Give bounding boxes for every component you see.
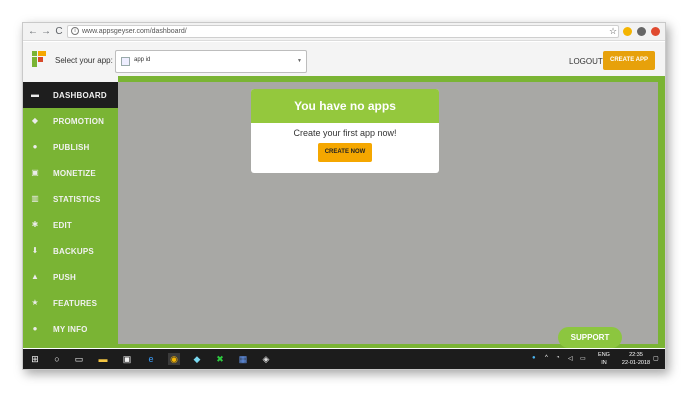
support-button[interactable]: SUPPORT — [558, 327, 622, 348]
user-icon: ● — [32, 324, 38, 333]
sidebar-item-publish[interactable]: ● PUBLISH — [23, 134, 118, 160]
notification-icon[interactable]: ▢ — [653, 355, 659, 362]
info-icon[interactable]: i — [71, 27, 79, 35]
sidebar-item-edit[interactable]: ✱ EDIT — [23, 212, 118, 238]
sidebar-item-label: STATISTICS — [53, 195, 101, 204]
language-code: ENG — [598, 352, 610, 358]
tray-app-icon[interactable]: ● — [532, 355, 536, 361]
sidebar-item-label: PUBLISH — [53, 143, 90, 152]
promotion-icon: ◆ — [31, 116, 39, 125]
file-explorer-icon[interactable]: ▬ — [97, 353, 109, 365]
extension-icon[interactable] — [637, 27, 646, 36]
card-subtitle: Create your first app now! — [293, 128, 397, 138]
sidebar-item-label: FEATURES — [53, 299, 98, 308]
sidebar-item-monetize[interactable]: ▣ MONETIZE — [23, 160, 118, 186]
bookmark-star-icon[interactable]: ☆ — [609, 26, 617, 37]
edge-icon[interactable]: e — [145, 353, 157, 365]
globe-icon: ● — [32, 142, 38, 151]
sidebar-item-features[interactable]: ★ FEATURES — [23, 290, 118, 316]
sidebar-item-my-info[interactable]: ● MY INFO — [23, 316, 118, 342]
address-bar[interactable]: i www.appsgeyser.com/dashboard/ — [67, 25, 619, 38]
sidebar-item-label: BACKUPS — [53, 247, 94, 256]
battery-icon[interactable]: ▭ — [580, 355, 586, 362]
reload-button[interactable]: C — [53, 25, 65, 38]
wifi-icon[interactable]: ◔ — [556, 355, 560, 361]
browser-toolbar: ← → C i www.appsgeyser.com/dashboard/ ☆ — [23, 23, 665, 41]
briefcase-icon: ▬ — [31, 90, 39, 99]
back-button[interactable]: ← — [27, 25, 39, 38]
bell-icon: ▲ — [31, 272, 39, 281]
sidebar-item-label: DASHBOARD — [53, 91, 107, 100]
region-code: IN — [601, 360, 607, 366]
card-title: You have no apps — [251, 89, 439, 123]
create-app-button[interactable]: CREATE APP — [603, 51, 655, 70]
system-clock[interactable]: 22:35 22-01-2018 — [619, 351, 653, 367]
chevron-up-icon[interactable]: ^ — [545, 355, 548, 361]
windows-start-icon[interactable]: ⊞ — [29, 353, 41, 365]
sidebar-item-label: MONETIZE — [53, 169, 96, 178]
sidebar-item-promotion[interactable]: ◆ PROMOTION — [23, 108, 118, 134]
gears-icon: ✱ — [31, 220, 39, 229]
forward-button[interactable]: → — [40, 25, 52, 38]
app-select-dropdown[interactable]: app id ▼ — [115, 50, 307, 73]
screenshot-frame: ← → C i www.appsgeyser.com/dashboard/ ☆ … — [22, 22, 666, 370]
selected-app-value: app id — [134, 57, 151, 63]
broken-image-icon — [121, 57, 130, 66]
sidebar-item-label: PROMOTION — [53, 117, 105, 126]
clock-time: 22:35 — [629, 352, 643, 358]
sidebar-item-statistics[interactable]: ▥ STATISTICS — [23, 186, 118, 212]
sidebar-item-dashboard[interactable]: ▬ DASHBOARD — [23, 82, 118, 108]
content-border-right — [658, 76, 665, 344]
url-text: www.appsgeyser.com/dashboard/ — [82, 28, 187, 35]
sidebar-item-push[interactable]: ▲ PUSH — [23, 264, 118, 290]
money-icon: ▣ — [31, 168, 39, 177]
app-icon[interactable]: ◈ — [260, 353, 272, 365]
windows-taskbar: ⊞ ○ ▭ ▬ ▣ e ◉ ◆ ✖ ▦ ◈ ● ^ ◔ ◁ ▭ ENG IN 2… — [23, 349, 665, 369]
app-icon[interactable]: ▦ — [237, 353, 249, 365]
sidebar-item-label: PUSH — [53, 273, 77, 282]
search-icon[interactable]: ○ — [51, 353, 63, 365]
task-view-icon[interactable]: ▭ — [73, 353, 85, 365]
chrome-icon[interactable]: ◉ — [168, 353, 180, 365]
sidebar-item-label: MY INFO — [53, 325, 88, 334]
sidebar-nav: ▬ DASHBOARD ◆ PROMOTION ● PUBLISH ▣ MONE… — [23, 82, 118, 344]
chevron-down-icon: ▼ — [297, 58, 302, 64]
language-indicator[interactable]: ENG IN — [596, 351, 612, 367]
star-icon: ★ — [31, 298, 39, 307]
extension-icon[interactable] — [651, 27, 660, 36]
appsgeyser-logo[interactable] — [32, 51, 46, 67]
download-icon: ⬇ — [31, 246, 39, 255]
volume-icon[interactable]: ◁ — [568, 355, 573, 362]
app-icon[interactable]: ◆ — [191, 353, 203, 365]
sidebar-item-backups[interactable]: ⬇ BACKUPS — [23, 238, 118, 264]
select-app-label: Select your app: — [55, 56, 113, 65]
extension-icon[interactable] — [623, 27, 632, 36]
clock-date: 22-01-2018 — [621, 360, 651, 366]
no-apps-card: You have no apps Create your first app n… — [251, 89, 439, 173]
store-icon[interactable]: ▣ — [121, 353, 133, 365]
sidebar-item-label: EDIT — [53, 221, 73, 230]
bar-chart-icon: ▥ — [31, 194, 39, 203]
excel-like-icon[interactable]: ✖ — [214, 353, 226, 365]
logout-link[interactable]: LOGOUT — [569, 57, 603, 66]
create-now-button[interactable]: CREATE NOW — [318, 143, 372, 162]
